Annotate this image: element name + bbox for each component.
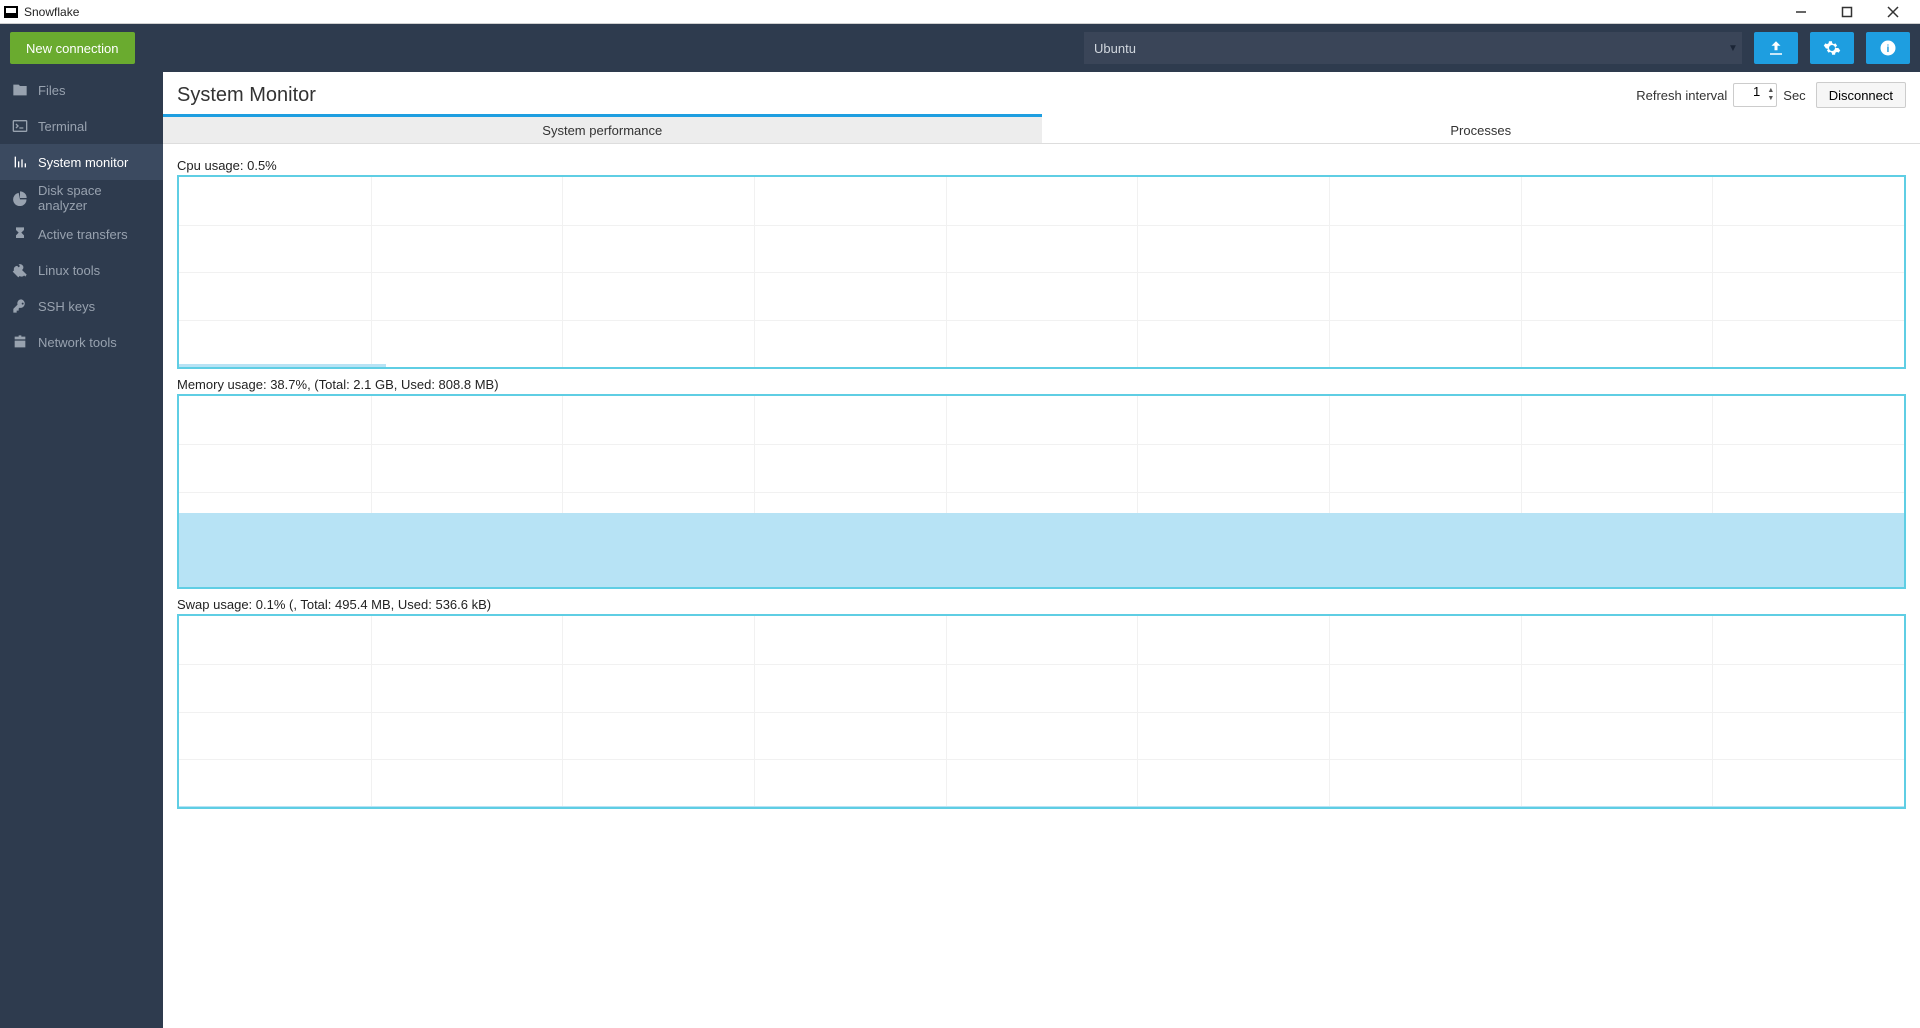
sidebar-item-ssh-keys[interactable]: SSH keys: [0, 288, 163, 324]
disconnect-button[interactable]: Disconnect: [1816, 82, 1906, 108]
upload-button[interactable]: [1754, 32, 1798, 64]
app-toolbar: New connection ▼ i: [0, 24, 1920, 72]
refresh-interval-value: 1: [1753, 84, 1760, 99]
tab-processes[interactable]: Processes: [1042, 114, 1920, 143]
upload-icon: [1767, 39, 1785, 57]
key-icon: [12, 298, 28, 314]
hourglass-icon: [12, 226, 28, 242]
page-header: System Monitor Refresh interval 1 ▲▼ Sec…: [163, 72, 1920, 114]
window-titlebar: Snowflake: [0, 0, 1920, 24]
new-connection-button[interactable]: New connection: [10, 32, 135, 64]
sidebar-item-label: System monitor: [38, 155, 128, 170]
main-content: System Monitor Refresh interval 1 ▲▼ Sec…: [163, 72, 1920, 1028]
sidebar-item-label: SSH keys: [38, 299, 95, 314]
sidebar-item-active-transfers[interactable]: Active transfers: [0, 216, 163, 252]
sidebar-item-label: Active transfers: [38, 227, 128, 242]
tab-system-performance[interactable]: System performance: [163, 114, 1042, 143]
connection-selector[interactable]: ▼: [1084, 32, 1742, 64]
tab-label: Processes: [1450, 123, 1511, 138]
terminal-icon: [12, 118, 28, 134]
tabs: System performance Processes: [163, 114, 1920, 144]
swap-usage-label: Swap usage: 0.1% (, Total: 495.4 MB, Use…: [177, 597, 1906, 612]
app-icon: [4, 6, 18, 18]
svg-text:i: i: [1887, 43, 1890, 55]
tools-icon: [12, 262, 28, 278]
briefcase-icon: [12, 334, 28, 350]
cpu-usage-label: Cpu usage: 0.5%: [177, 158, 1906, 173]
sidebar-item-files[interactable]: Files: [0, 72, 163, 108]
refresh-interval-input[interactable]: 1 ▲▼: [1733, 83, 1777, 107]
gear-icon: [1823, 39, 1841, 57]
sidebar-item-disk-space[interactable]: Disk space analyzer: [0, 180, 163, 216]
memory-usage-chart: [177, 394, 1906, 589]
sidebar: Files Terminal System monitor Disk space…: [0, 72, 163, 1028]
refresh-interval-unit: Sec: [1783, 88, 1805, 103]
settings-button[interactable]: [1810, 32, 1854, 64]
sidebar-item-label: Terminal: [38, 119, 87, 134]
tab-label: System performance: [542, 123, 662, 138]
cpu-usage-chart: [177, 175, 1906, 369]
chart-icon: [12, 154, 28, 170]
sidebar-item-system-monitor[interactable]: System monitor: [0, 144, 163, 180]
window-close-button[interactable]: [1870, 0, 1916, 24]
swap-usage-chart: [177, 614, 1906, 809]
pie-icon: [12, 190, 28, 206]
sidebar-item-label: Files: [38, 83, 65, 98]
window-minimize-button[interactable]: [1778, 0, 1824, 24]
connection-input[interactable]: [1084, 32, 1724, 64]
spinner-arrows-icon[interactable]: ▲▼: [1764, 85, 1774, 105]
sidebar-item-label: Linux tools: [38, 263, 100, 278]
sidebar-item-label: Disk space analyzer: [38, 183, 151, 213]
page-title: System Monitor: [177, 84, 316, 107]
folder-icon: [12, 82, 28, 98]
window-title: Snowflake: [24, 5, 79, 19]
info-icon: i: [1879, 39, 1897, 57]
sidebar-item-network-tools[interactable]: Network tools: [0, 324, 163, 360]
sidebar-item-terminal[interactable]: Terminal: [0, 108, 163, 144]
refresh-interval-label: Refresh interval: [1636, 88, 1727, 103]
window-maximize-button[interactable]: [1824, 0, 1870, 24]
info-button[interactable]: i: [1866, 32, 1910, 64]
sidebar-item-label: Network tools: [38, 335, 117, 350]
memory-usage-label: Memory usage: 38.7%, (Total: 2.1 GB, Use…: [177, 377, 1906, 392]
chevron-down-icon[interactable]: ▼: [1724, 32, 1742, 64]
sidebar-item-linux-tools[interactable]: Linux tools: [0, 252, 163, 288]
charts-area: Cpu usage: 0.5% Memory usage: 38.7%, (To…: [163, 144, 1920, 823]
